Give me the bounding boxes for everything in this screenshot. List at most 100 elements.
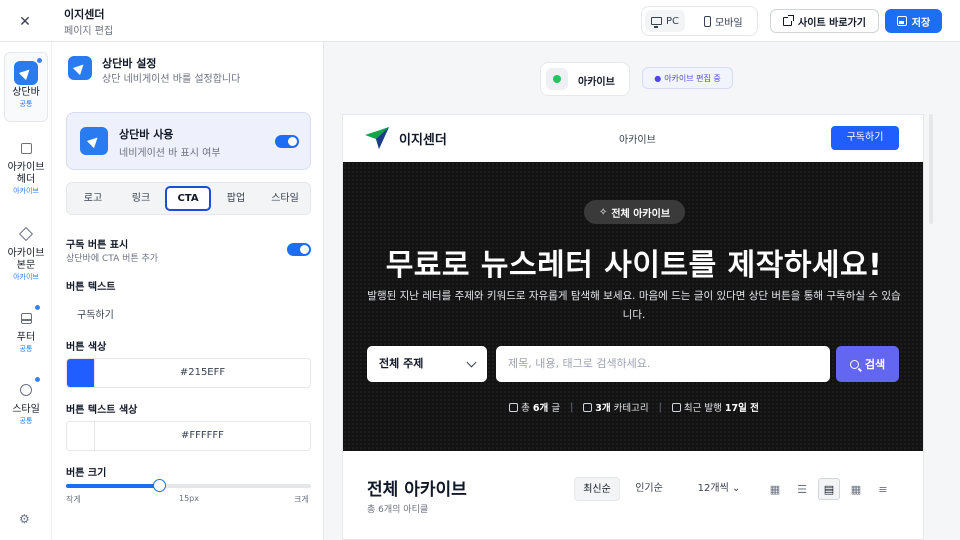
hero-section: ✧ 전체 아카이브 무료로 뉴스레터 사이트를 제작하세요! 발행된 지난 레터… [343, 162, 923, 451]
magazine-view-icon[interactable]: ▤ [818, 478, 840, 500]
palette-icon [14, 377, 40, 402]
stat-categories: 3개 카테고리 [583, 400, 649, 414]
rail-item-footer[interactable]: 푸터 공통 [4, 302, 48, 358]
device-pc-label: PC [666, 15, 680, 27]
rail-label: 푸터 [16, 332, 36, 343]
stat-posts: 총 6개 글 [509, 400, 560, 414]
sparkle-icon: ✧ [598, 206, 608, 218]
rail-label: 아카이브 본문 [7, 248, 45, 271]
rail-label: 스타일 [12, 404, 40, 415]
stat-recent: 최근 발행 17일 전 [671, 400, 759, 414]
status-indicator [546, 68, 568, 90]
tab-logo[interactable]: 로고 [70, 186, 116, 211]
table-view-icon[interactable]: ▦ [848, 481, 864, 497]
device-toggle: PC 모바일 [641, 6, 758, 36]
navbar-enable-title: 상단바 사용 [119, 128, 174, 141]
device-mobile-label: 모바일 [715, 17, 743, 29]
button-text-label: 버튼 텍스트 [66, 282, 116, 293]
sliders-icon[interactable]: ⚙ [19, 512, 30, 526]
button-text-color-swatch[interactable] [67, 422, 95, 450]
tab-cta[interactable]: CTA [165, 186, 211, 211]
rail-sub: 공통 [19, 345, 33, 353]
hero-description: 발행된 지난 레터를 주제와 키워드로 자유롭게 탐색해 보세요. 마음에 드는… [367, 290, 901, 321]
rail-item-style[interactable]: 스타일 공통 [4, 374, 48, 430]
rail-sub: 아카이브 [13, 187, 39, 195]
hero-badge: ✧ 전체 아카이브 [584, 200, 685, 224]
rail-label: 상단바 [12, 87, 40, 98]
rail-sub: 공통 [19, 100, 33, 108]
per-page-value: 12개씩 [697, 483, 729, 494]
top-bar: ✕ 이지센더 페이지 편집 PC 모바일 사이트 바로가기 저장 [0, 0, 960, 42]
subscribe-button[interactable]: 구독하기 [831, 126, 899, 150]
site-name: 이지센더 [399, 133, 447, 148]
search-button[interactable]: 검색 [836, 346, 899, 382]
archive-stats: 총 6개 글 | 3개 카테고리 | 최근 발행 17일 전 [343, 400, 923, 414]
visit-site-label: 사이트 바로가기 [798, 17, 866, 29]
navbar-enable-card: 상단바 사용 네비게이션 바 표시 여부 [66, 112, 311, 170]
subscribe-toggle-label: 구독 버튼 표시 [66, 240, 129, 251]
panel-desc: 상단 네비게이션 바를 설정합니다 [102, 74, 241, 85]
button-text-color-field[interactable]: #FFFFFF [66, 421, 311, 451]
save-button[interactable]: 저장 [885, 9, 942, 33]
chevron-down-icon: ⌄ [731, 483, 741, 494]
site-nav-archive[interactable]: 아카이브 [619, 131, 656, 146]
calendar-icon [671, 403, 681, 412]
layers-icon [583, 403, 593, 412]
list-view-icon[interactable]: ☰ [794, 481, 810, 497]
archive-title: 전체 아카이브 [367, 480, 467, 500]
chevron-down-icon [466, 357, 477, 368]
document-icon [509, 403, 519, 412]
grid-view-icon[interactable]: ▦ [767, 481, 783, 497]
tab-popup[interactable]: 팝업 [213, 186, 259, 211]
topic-select-value: 전체 주제 [379, 357, 424, 370]
settings-panel: 상단바 설정 상단 네비게이션 바를 설정합니다 상단바 사용 네비게이션 바 … [52, 42, 324, 540]
rail-item-archive-header[interactable]: 아카이브 헤더 아카이브 [4, 132, 48, 198]
button-color-swatch[interactable] [67, 359, 95, 387]
slider-fill [66, 484, 160, 488]
subscribe-toggle[interactable] [287, 243, 311, 256]
navigation-icon [14, 58, 42, 85]
section-rail: 상단바 공통 아카이브 헤더 아카이브 아카이브 본문 아카이브 푸터 공통 스… [0, 42, 52, 540]
rail-item-archive-body[interactable]: 아카이브 본문 아카이브 [4, 218, 48, 284]
button-size-label: 버튼 크기 [66, 468, 107, 479]
editing-badge-label: 아카이브 편집 중 [664, 73, 721, 83]
page-selector-label: 아카이브 [578, 77, 615, 88]
tab-links[interactable]: 링크 [118, 186, 164, 211]
navigation-icon [80, 127, 108, 155]
page-selector-chip[interactable]: 아카이브 [540, 62, 630, 96]
paper-plane-logo-icon [365, 127, 389, 149]
phone-icon [704, 15, 711, 27]
device-mobile-button[interactable]: 모바일 [698, 10, 749, 32]
rail-sub: 공통 [19, 417, 33, 425]
size-max-label: 크게 [294, 495, 309, 504]
close-icon[interactable]: ✕ [15, 12, 35, 32]
button-text-input[interactable]: 구독하기 [77, 306, 114, 321]
topic-select[interactable]: 전체 주제 [367, 346, 487, 382]
button-color-field[interactable]: #215EFF [66, 358, 311, 388]
subscribe-toggle-desc: 상단바에 CTA 버튼 추가 [66, 254, 159, 264]
compact-view-icon[interactable]: ≡ [875, 481, 891, 497]
preview-scrollbar[interactable] [929, 114, 933, 224]
editing-badge: ● 아카이브 편집 중 [642, 67, 733, 89]
navbar-enable-toggle[interactable] [275, 135, 299, 148]
tab-style[interactable]: 스타일 [262, 186, 308, 211]
layers-icon [14, 222, 38, 246]
sort-latest-button[interactable]: 최신순 [574, 477, 620, 501]
sort-popular-button[interactable]: 인기순 [626, 477, 672, 501]
slider-thumb[interactable] [153, 479, 167, 492]
search-input[interactable]: 제목, 내용, 태그로 검색하세요. [496, 346, 830, 382]
button-text-color-hex[interactable]: #FFFFFF [95, 430, 310, 441]
device-pc-button[interactable]: PC [645, 10, 686, 32]
panel-title: 상단바 설정 [102, 57, 157, 70]
site-navbar: 이지센더 아카이브 구독하기 [343, 115, 923, 162]
rail-item-navbar[interactable]: 상단바 공통 [4, 52, 48, 122]
footer-icon [14, 305, 40, 330]
size-min-label: 작게 [66, 495, 81, 504]
navigation-icon [68, 56, 92, 80]
button-color-hex[interactable]: #215EFF [95, 367, 310, 378]
button-text-color-label: 버튼 텍스트 색상 [66, 405, 138, 416]
per-page-select[interactable]: 12개씩 ⌄ [691, 477, 747, 501]
button-size-slider[interactable] [66, 479, 311, 492]
size-value-label: 15px [179, 494, 199, 503]
visit-site-button[interactable]: 사이트 바로가기 [770, 9, 879, 33]
